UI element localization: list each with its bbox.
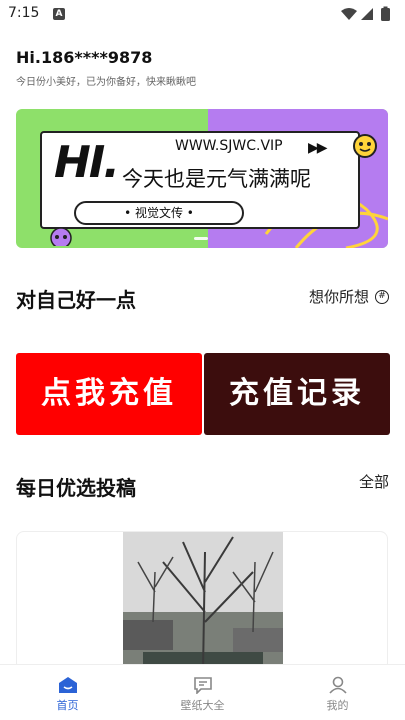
bottom-tab-bar: 首页 壁纸大全 我的 [0,664,405,720]
view-all-link[interactable]: 全部 [359,471,389,492]
tab-home-label: 首页 [56,699,79,712]
wifi-icon [341,8,357,20]
promo-banner[interactable]: HI. WWW.SJWC.VIP ▶▶ 今天也是元气满满呢 • 视觉文传 • [16,109,388,248]
banner-url: WWW.SJWC.VIP [175,138,283,154]
banner-pager [194,237,208,240]
chat-icon [193,677,212,694]
section-title-self-care: 对自己好一点 [16,288,136,312]
hash-circle-icon: # [375,289,389,304]
post-photo [123,532,283,670]
think-link-label: 想你所想 [308,288,369,306]
tab-profile[interactable]: 我的 [270,665,405,720]
banner-hi: HI. [54,137,120,188]
flower-icon [50,227,72,246]
status-icons [341,6,390,21]
play-icon: ▶▶ [308,140,327,156]
user-icon [328,676,347,694]
section-title-daily-picks: 每日优选投稿 [16,476,136,500]
recharge-record-button[interactable]: 充值记录 [204,353,390,435]
tab-home[interactable]: 首页 [0,665,135,720]
status-bar: 7:15 A [0,0,405,28]
think-link[interactable]: 想你所想 # [309,286,389,307]
greeting-subtitle: 今日份小美好，已为你备好，快来瞅瞅吧 [16,77,196,88]
battery-icon [381,8,390,21]
smiley-icon [353,134,377,158]
recharge-button[interactable]: 点我充值 [16,353,202,435]
banner-headline: 今天也是元气满满呢 [122,167,311,191]
tab-profile-label: 我的 [326,699,349,712]
banner-pill: • 视觉文传 • [74,201,244,225]
home-icon [58,677,77,693]
greeting-title: Hi.186****9878 [16,48,153,67]
tab-wallpapers-label: 壁纸大全 [180,699,225,712]
tab-wallpapers[interactable]: 壁纸大全 [135,665,270,720]
post-card[interactable] [16,531,388,671]
notification-icon: A [53,8,65,20]
signal-icon [361,8,373,20]
status-time: 7:15 [8,5,40,21]
banner-card: HI. WWW.SJWC.VIP ▶▶ 今天也是元气满满呢 • 视觉文传 • [40,131,360,229]
